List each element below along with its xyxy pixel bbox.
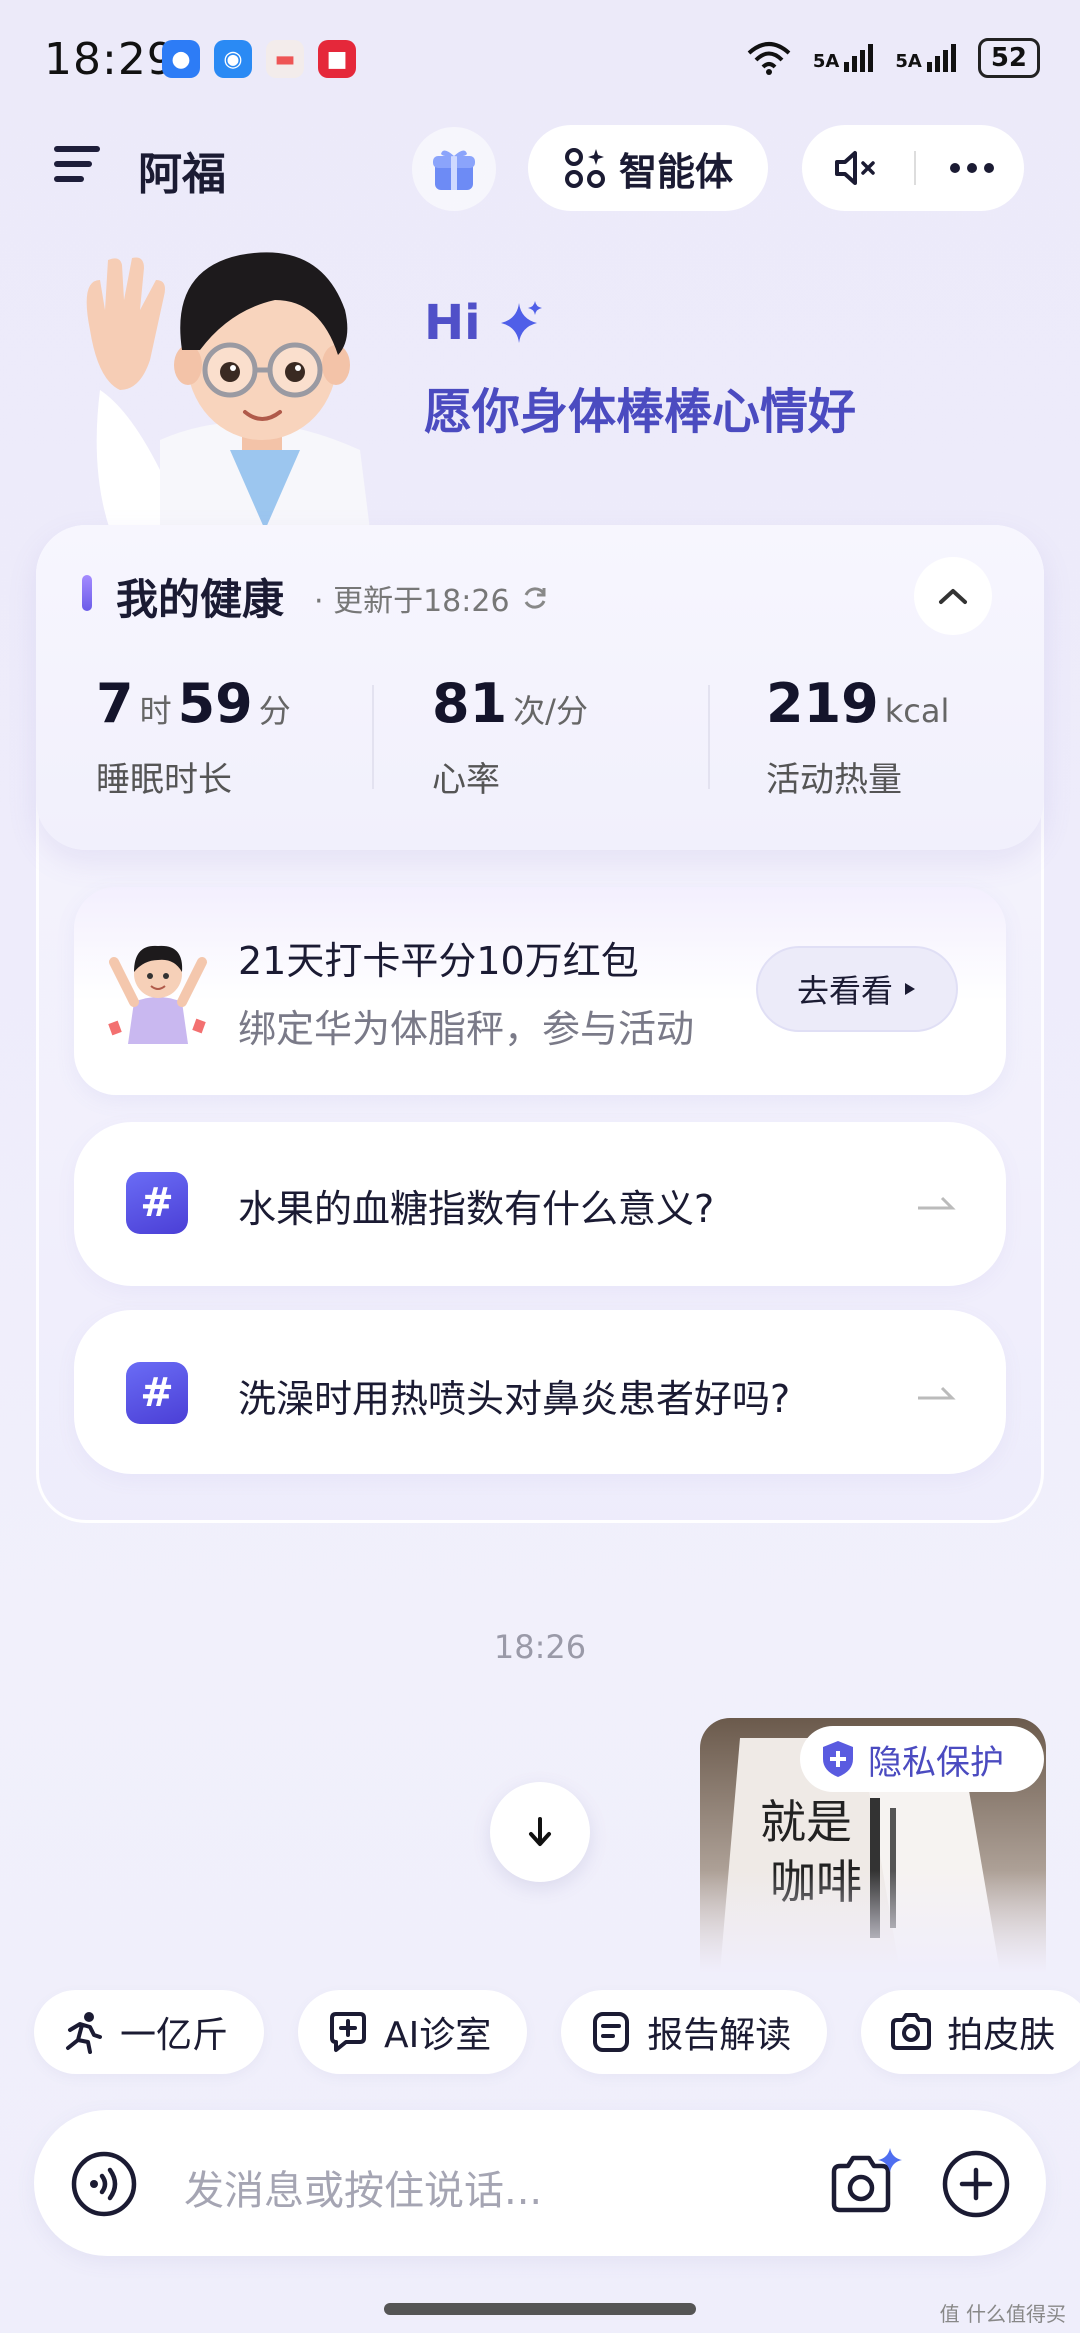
greeting-hi: Hi <box>424 295 545 351</box>
more-button[interactable] <box>920 163 1024 173</box>
home-indicator[interactable] <box>384 2303 696 2315</box>
chip-label: 拍皮肤 <box>947 2015 1056 2056</box>
signal-2-icon: 5A <box>895 44 956 72</box>
chip-label: 报告解读 <box>647 2015 792 2056</box>
health-title: 我的健康 <box>116 575 285 624</box>
chip-report[interactable]: 报告解读 <box>561 1990 828 2074</box>
calories-label: 活动热量 <box>766 760 902 800</box>
updated-time: · 更新于18:26 <box>314 584 510 619</box>
hashtag-icon: # <box>126 1172 188 1234</box>
calories-unit: kcal <box>884 692 950 730</box>
heart-rate-metric[interactable]: 81 次/分 <box>432 672 588 735</box>
watermark: 值 什么值得买 <box>939 2302 1066 2326</box>
wifi-icon <box>747 42 791 75</box>
signal-1-icon: 5A <box>813 44 874 72</box>
add-button[interactable] <box>940 2148 1012 2220</box>
bulb-app-icon: ◉ <box>214 40 252 78</box>
greeting-hi-text: Hi <box>424 295 481 351</box>
sleep-label: 睡眠时长 <box>96 760 232 800</box>
promo-button-label: 去看看 <box>796 972 893 1010</box>
agent-button[interactable]: 智能体 <box>528 125 768 211</box>
speaker-muted-icon <box>835 151 875 185</box>
promo-view-button[interactable]: 去看看 <box>756 946 958 1032</box>
shield-app-icon: ● <box>162 40 200 78</box>
question-text: 洗澡时用热喷头对鼻炎患者好吗? <box>238 1377 791 1421</box>
greeting-subtitle: 愿你身体棒棒心情好 <box>424 384 857 440</box>
calories-metric[interactable]: 219 kcal <box>766 672 949 735</box>
chip-label: 一亿斤 <box>120 2015 229 2056</box>
arrow-down-icon <box>529 1817 551 1846</box>
promo-title: 21天打卡平分10万红包 <box>238 939 639 983</box>
mute-button[interactable] <box>802 148 910 188</box>
sleep-minutes-unit: 分 <box>258 692 291 730</box>
agent-label: 智能体 <box>618 149 733 194</box>
sparkle-icon <box>500 301 542 343</box>
heart-rate-label: 心率 <box>432 760 500 800</box>
sleep-minutes: 59 <box>177 672 253 735</box>
status-app-icons: ● ◉ ▬ ■ <box>162 40 356 78</box>
doctor-avatar <box>70 240 410 530</box>
camera-button[interactable] <box>828 2146 904 2218</box>
collapse-button[interactable] <box>914 557 992 635</box>
quick-actions: 一亿斤 AI诊室 报告解读 拍皮肤 <box>34 1990 1080 2074</box>
report-icon <box>593 2012 630 2052</box>
voice-button[interactable] <box>70 2150 138 2218</box>
question-text: 水果的血糖指数有什么意义? <box>238 1187 715 1231</box>
title-accent-bar <box>82 575 92 611</box>
refresh-icon[interactable] <box>520 583 550 613</box>
arrow-right-icon <box>918 1196 956 1210</box>
hashtag-icon: # <box>126 1362 188 1424</box>
record-app-icon: ■ <box>318 40 356 78</box>
divider <box>372 685 374 789</box>
privacy-label: 隐私保护 <box>868 1742 1004 1783</box>
agent-icon <box>564 148 605 188</box>
heart-rate-value: 81 <box>432 672 508 735</box>
camera-icon <box>891 2013 932 2050</box>
status-time: 18:29 <box>44 34 176 85</box>
sleep-hours-unit: 时 <box>139 692 172 730</box>
battery-indicator: 52 <box>977 38 1040 78</box>
chevron-up-icon <box>939 589 967 604</box>
shield-plus-icon <box>823 1741 853 1777</box>
heart-rate-unit: 次/分 <box>513 692 588 730</box>
voice-wave-icon <box>71 2151 137 2217</box>
arrow-right-icon <box>918 1386 956 1400</box>
chat-plus-icon <box>330 2012 367 2052</box>
status-right: 5A 5A 52 <box>747 38 1040 78</box>
plus-circle-icon <box>942 2150 1010 2218</box>
chat-timestamp: 18:26 <box>493 1628 587 1666</box>
gift-icon <box>433 150 475 190</box>
camera-sparkle-icon <box>831 2148 902 2213</box>
header-action-pill <box>802 125 1024 211</box>
running-icon <box>66 2012 102 2054</box>
sleep-hours: 7 <box>96 672 134 735</box>
scroll-to-bottom-button[interactable] <box>490 1782 590 1882</box>
sleep-metric[interactable]: 7 时 59 分 <box>96 672 291 735</box>
health-updated: · 更新于18:26 <box>314 576 550 620</box>
calories-value: 219 <box>766 672 879 735</box>
chip-steps[interactable]: 一亿斤 <box>34 1990 265 2074</box>
chip-ai-clinic[interactable]: AI诊室 <box>298 1990 528 2074</box>
cheer-avatar <box>104 932 212 1044</box>
menu-icon[interactable] <box>54 146 100 186</box>
chip-skin[interactable]: 拍皮肤 <box>861 1990 1080 2074</box>
privacy-badge[interactable]: 隐私保护 <box>800 1726 1044 1792</box>
page-title: 阿福 <box>138 149 226 200</box>
chip-label: AI诊室 <box>384 2015 492 2056</box>
gift-button[interactable] <box>412 127 496 211</box>
divider <box>708 685 710 789</box>
oppo-app-icon: ▬ <box>266 40 304 78</box>
promo-subtitle: 绑定华为体脂秤，参与活动 <box>238 1007 695 1051</box>
message-input[interactable]: 发消息或按住说话... <box>184 2158 542 2216</box>
play-arrow-icon <box>905 983 915 995</box>
